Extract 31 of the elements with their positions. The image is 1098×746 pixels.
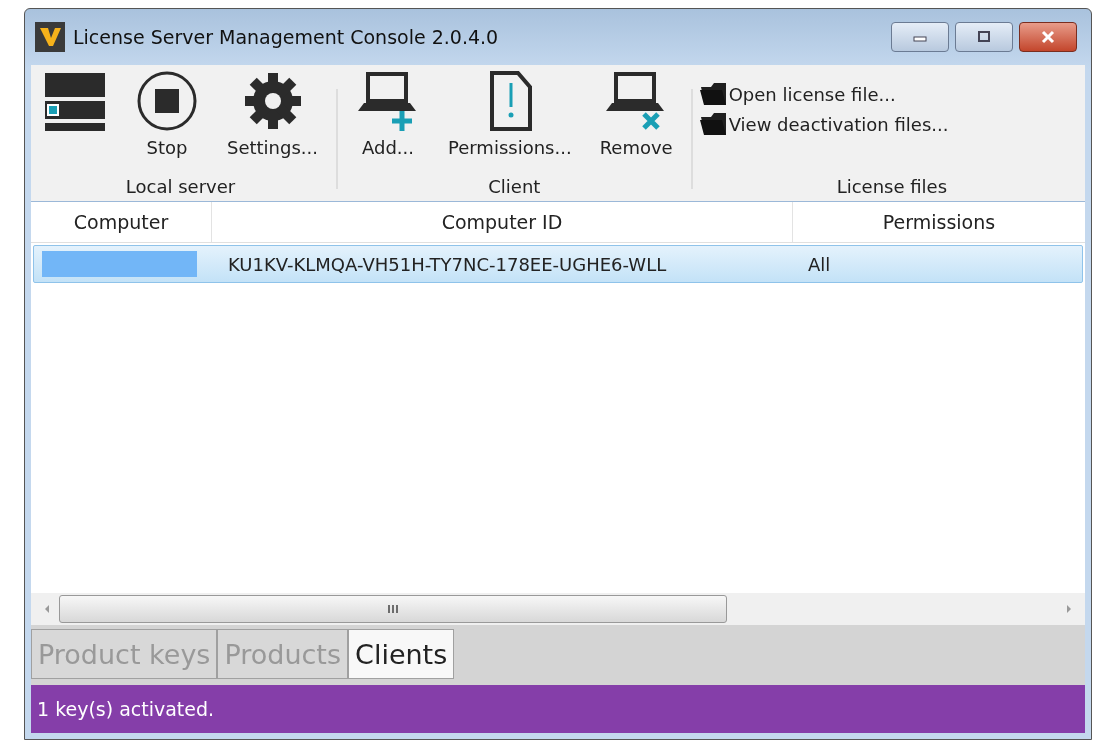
remove-button[interactable]: Remove <box>587 71 685 176</box>
table-cell-text: All <box>807 253 832 275</box>
group-label: Client <box>488 176 541 199</box>
folder-icon <box>698 81 729 107</box>
stop-icon <box>135 71 199 131</box>
tab[interactable]: Clients <box>348 629 455 679</box>
scroll-left-icon[interactable] <box>43 604 51 614</box>
group-label: License files <box>835 176 949 199</box>
close-button[interactable] <box>1019 22 1077 52</box>
scroll-right-icon[interactable] <box>1065 604 1073 614</box>
scrollbar-thumb[interactable] <box>59 595 727 623</box>
column-header[interactable]: Computer <box>31 202 212 242</box>
column-header[interactable]: Permissions <box>793 202 1085 242</box>
table-cell-text: KU1KV-KLMQA-VH51H-TY7NC-178EE-UGHE6-WLL <box>227 253 668 275</box>
server-icon <box>43 71 107 131</box>
column-header[interactable]: Computer ID <box>212 202 793 242</box>
folder-link-button[interactable]: Open license file... <box>698 81 1085 107</box>
table-row[interactable]: KU1KV-KLMQA-VH51H-TY7NC-178EE-UGHE6-WLL All <box>33 245 1083 283</box>
group-label: Local server <box>125 176 236 199</box>
minimize-button[interactable] <box>891 22 949 52</box>
status-text: 1 key(s) activated. <box>37 698 215 720</box>
grip-icon <box>387 604 399 614</box>
settings-button[interactable]: Settings... <box>215 71 330 176</box>
add-button[interactable]: Add... <box>344 71 432 176</box>
maximize-button[interactable] <box>955 22 1013 52</box>
window-title: License Server Management Console 2.0.4.0 <box>73 26 499 48</box>
permissions-button[interactable]: Permissions... <box>436 71 584 176</box>
folder-icon <box>698 111 729 137</box>
folder-link-button[interactable]: View deactivation files... <box>698 111 1085 137</box>
stop-button[interactable]: Stop <box>123 71 211 176</box>
app-logo-icon <box>35 22 65 52</box>
